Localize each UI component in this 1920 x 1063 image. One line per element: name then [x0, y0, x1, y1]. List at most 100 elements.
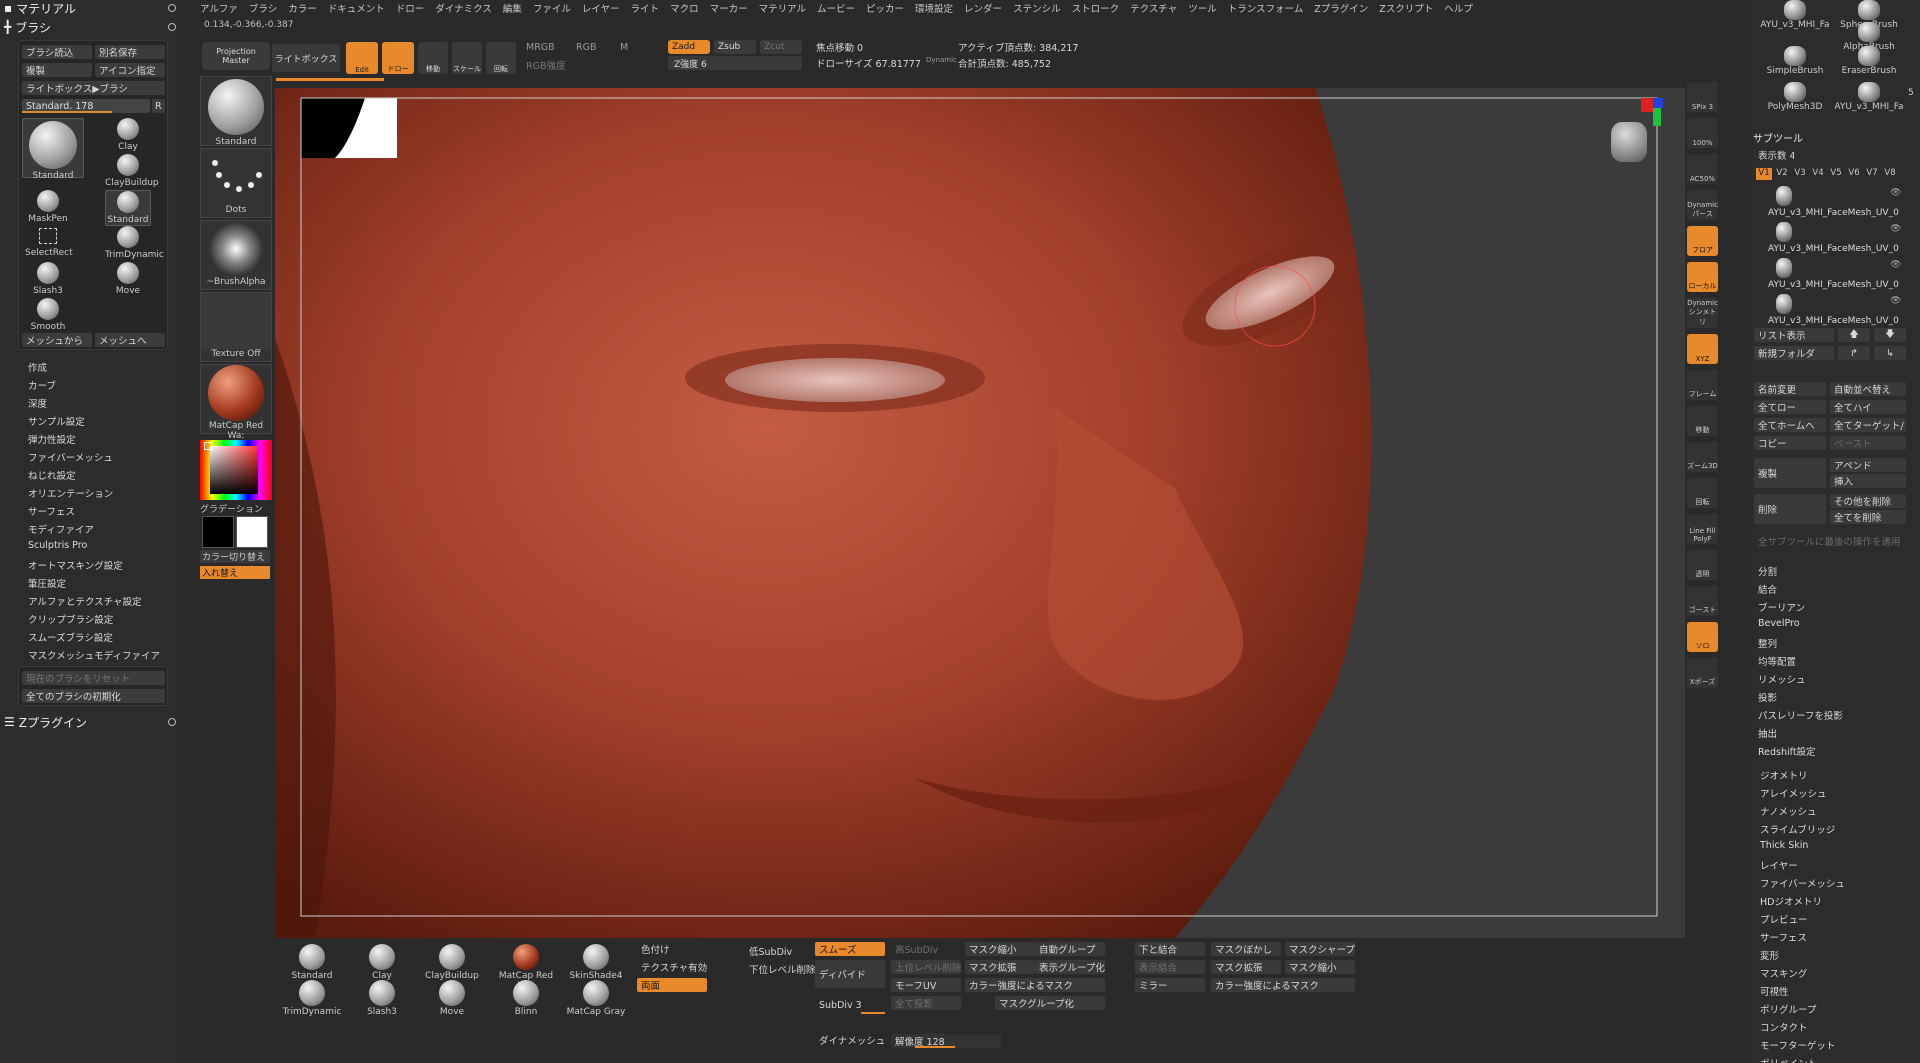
- delete-all-button[interactable]: 全てを削除: [1830, 510, 1906, 524]
- m-toggle[interactable]: M: [620, 42, 628, 53]
- group-visible-button[interactable]: 表示グループ化: [1035, 960, 1105, 974]
- subtool-action-item[interactable]: BevelPro: [1758, 618, 1800, 629]
- version-button[interactable]: V3: [1792, 168, 1808, 180]
- all-low-button[interactable]: 全てロー: [1754, 400, 1826, 414]
- rgb-toggle[interactable]: RGB: [576, 42, 596, 53]
- visibility-eye-icon[interactable]: 👁: [1890, 188, 1901, 198]
- shelf-button[interactable]: Dynamic パース: [1687, 190, 1718, 220]
- menu-item[interactable]: マクロ: [670, 1, 699, 15]
- duplicate-button[interactable]: 複製: [1754, 458, 1826, 488]
- menu-item[interactable]: ドロー: [396, 1, 425, 15]
- brush-submenu-item[interactable]: Sculptris Pro: [28, 540, 87, 551]
- menu-item[interactable]: ドキュメント: [328, 1, 385, 15]
- z-intensity-slider[interactable]: Z強度 6: [668, 56, 802, 70]
- texture-tile[interactable]: Texture Off: [200, 292, 272, 362]
- version-button[interactable]: V1: [1756, 168, 1772, 180]
- delete-button[interactable]: 削除: [1754, 494, 1826, 524]
- mask-reduce-button[interactable]: マスク縮小: [1285, 960, 1355, 974]
- display-count-slider[interactable]: 表示数 4: [1754, 148, 1794, 162]
- rename-button[interactable]: 名前変更: [1754, 382, 1826, 396]
- apply-all-subtools-button[interactable]: 全サブツールに最後の操作を適用: [1754, 534, 1906, 548]
- shelf-button[interactable]: Dynamic シンメトリ: [1687, 298, 1718, 328]
- list-view-button[interactable]: リスト表示: [1754, 328, 1834, 342]
- tool-subpalette-item[interactable]: 変形: [1760, 948, 1779, 962]
- higher-subdiv-button[interactable]: 高SubDiv: [891, 942, 961, 956]
- brush-submenu-item[interactable]: ねじれ設定: [28, 468, 76, 482]
- zsub-button[interactable]: Zsub: [714, 40, 756, 54]
- insert-button[interactable]: 挿入: [1830, 474, 1906, 488]
- bottom-brush-item[interactable]: ClayBuildup: [417, 944, 487, 981]
- palette-pin-icon[interactable]: [168, 4, 176, 12]
- subtool-action-item[interactable]: Redshift設定: [1758, 744, 1816, 758]
- menu-item[interactable]: ライト: [631, 1, 660, 15]
- brush-slider[interactable]: Standard. 178: [22, 99, 150, 113]
- subtool-action-item[interactable]: パスレリーフを投影: [1758, 708, 1843, 722]
- menu-item[interactable]: レイヤー: [582, 1, 620, 15]
- subtool-action-item[interactable]: 均等配置: [1758, 654, 1796, 668]
- focal-shift-slider[interactable]: 焦点移動 0: [816, 40, 863, 54]
- brush-submenu-item[interactable]: アルファとテクスチャ設定: [28, 594, 142, 608]
- shelf-button[interactable]: ローカル: [1687, 262, 1718, 292]
- palette-pin-icon[interactable]: [168, 718, 176, 726]
- tool-subpalette-item[interactable]: Thick Skin: [1760, 840, 1808, 851]
- merge-down-button[interactable]: 下と結合: [1135, 942, 1205, 956]
- mask-group-button[interactable]: マスクグループ化: [995, 996, 1105, 1010]
- brush-item-claybuildup[interactable]: ClayBuildup: [105, 154, 159, 188]
- tool-subpalette-item[interactable]: スライムブリッジ: [1760, 822, 1835, 836]
- menu-item[interactable]: ステンシル: [1013, 1, 1061, 15]
- tool-subpalette-item[interactable]: ファイバーメッシュ: [1760, 876, 1845, 890]
- double-sided-toggle[interactable]: 両面: [637, 978, 707, 992]
- bottom-brush-item[interactable]: Slash3: [347, 980, 417, 1017]
- subtool-action-item[interactable]: 結合: [1758, 582, 1777, 596]
- delete-other-button[interactable]: その他を削除: [1830, 494, 1906, 508]
- brush-submenu-item[interactable]: 深度: [28, 396, 47, 410]
- to-mesh-button[interactable]: メッシュへ: [95, 333, 165, 347]
- brush-item-maskpen[interactable]: MaskPen: [25, 190, 71, 224]
- menu-item[interactable]: ファイル: [533, 1, 571, 15]
- version-button[interactable]: V4: [1810, 168, 1826, 180]
- brush-submenu-item[interactable]: モディファイア: [28, 522, 94, 536]
- subtool-row[interactable]: AYU_v3_MHI_FaceMesh_UV_0: [1768, 280, 1899, 290]
- brush-submenu-item[interactable]: サンプル設定: [28, 414, 85, 428]
- append-button[interactable]: アペンド: [1830, 458, 1906, 472]
- menu-item[interactable]: トランスフォーム: [1228, 1, 1304, 15]
- mask-grow-button[interactable]: マスク拡張: [965, 960, 1035, 974]
- material-palette-header[interactable]: ▪ マテリアル: [4, 0, 176, 16]
- colorize-toggle[interactable]: 色付け: [637, 942, 707, 956]
- tool-subpalette-item[interactable]: コンタクト: [1760, 1020, 1808, 1034]
- shelf-button[interactable]: XYZ: [1687, 334, 1718, 364]
- navigation-cube-icon[interactable]: [1605, 98, 1665, 168]
- bottom-brush-item[interactable]: TrimDynamic: [277, 980, 347, 1017]
- version-button[interactable]: V8: [1882, 168, 1898, 180]
- tool-subpalette-item[interactable]: レイヤー: [1760, 858, 1798, 872]
- brush-item-smooth[interactable]: Smooth: [25, 298, 71, 332]
- tool-subpalette-item[interactable]: プレビュー: [1760, 912, 1808, 926]
- tool-subpalette-item[interactable]: ジオメトリ: [1760, 768, 1808, 782]
- reset-brush-button[interactable]: 現在のブラシをリセット: [22, 671, 165, 685]
- dynamic-size-toggle[interactable]: Dynamic: [926, 56, 957, 64]
- subtool-action-item[interactable]: 分割: [1758, 564, 1777, 578]
- tool-subpalette-item[interactable]: モーフターゲット: [1760, 1038, 1835, 1052]
- brush-palette-header[interactable]: ╋ ブラシ: [4, 19, 176, 35]
- brush-submenu-item[interactable]: 作成: [28, 360, 47, 374]
- scale-mode-button[interactable]: スケール: [452, 42, 482, 74]
- brush-submenu-item[interactable]: マスクメッシュモディファイア: [28, 648, 160, 662]
- shelf-button[interactable]: ソロ: [1687, 622, 1718, 652]
- menu-item[interactable]: テクスチャ: [1130, 1, 1177, 15]
- brush-submenu-item[interactable]: カーブ: [28, 378, 56, 392]
- draw-mode-button[interactable]: ドロー: [382, 42, 414, 74]
- brush-item-standard-large[interactable]: Standard: [22, 118, 84, 181]
- menu-item[interactable]: カラー: [288, 1, 317, 15]
- palette-pin-icon[interactable]: [168, 23, 176, 31]
- mask-expand-button[interactable]: マスク拡張: [1211, 960, 1281, 974]
- mask-by-color-button[interactable]: カラー強度によるマスク: [1211, 978, 1355, 992]
- brush-submenu-item[interactable]: 筆圧設定: [28, 576, 66, 590]
- menu-item[interactable]: ピッカー: [866, 1, 904, 15]
- shelf-button[interactable]: ゴースト: [1687, 586, 1718, 616]
- brush-submenu-item[interactable]: クリップブラシ設定: [28, 612, 113, 626]
- dynamesh-button[interactable]: ダイナメッシュ: [815, 1028, 885, 1052]
- auto-sort-button[interactable]: 自動並べ替え: [1830, 382, 1906, 396]
- visibility-eye-icon[interactable]: 👁: [1890, 260, 1901, 270]
- bottom-material-item[interactable]: MatCap Gray: [561, 980, 631, 1017]
- subtool-action-item[interactable]: 抽出: [1758, 726, 1777, 740]
